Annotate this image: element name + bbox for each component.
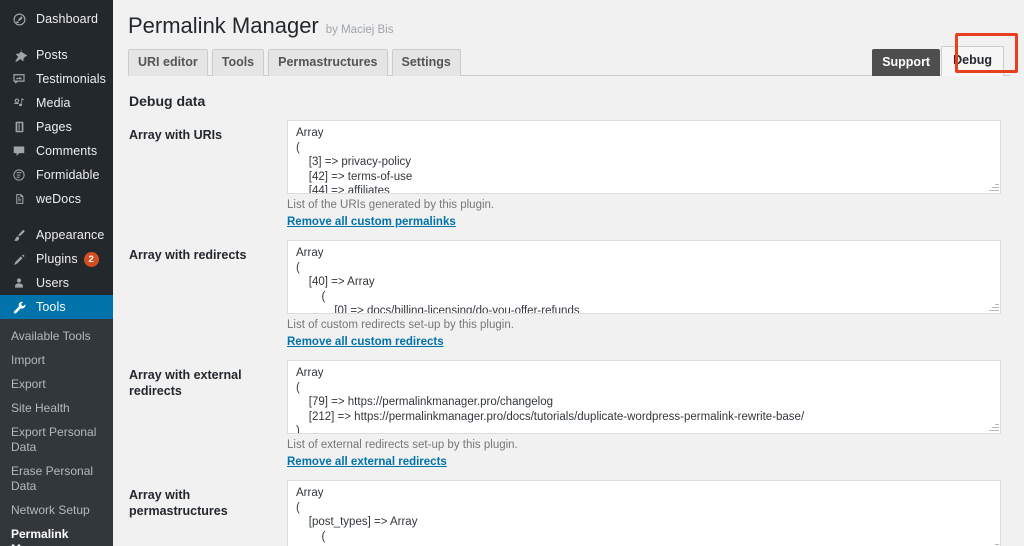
sidebar-menu: Dashboard Posts Testimonials Media Pages… [0, 0, 113, 319]
field-description: List of custom redirects set-up by this … [287, 319, 514, 331]
field-row-array-with-uris: Array with URIs List of the URIs generat… [128, 120, 1010, 228]
sidebar-item-posts[interactable]: Posts [0, 43, 113, 67]
sidebar-item-label: Appearance [36, 228, 105, 242]
admin-page: Dashboard Posts Testimonials Media Pages… [0, 0, 1024, 546]
textarea-wrapper [287, 480, 1001, 546]
tab-bar: URI editor Tools Permastructures Setting… [128, 46, 1010, 76]
wedocs-icon [9, 190, 29, 208]
plugin-author: by Maciej Bis [325, 24, 394, 36]
field-row-array-with-permastructures: Array with permastructures [128, 480, 1010, 546]
sidebar-item-formidable[interactable]: Formidable [0, 163, 113, 187]
pin-icon [9, 46, 29, 64]
field-description: List of the URIs generated by this plugi… [287, 199, 495, 211]
tools-icon [9, 298, 29, 316]
textarea-wrapper [287, 240, 1001, 314]
remove-all-external-redirects-link[interactable]: Remove all external redirects [287, 456, 447, 468]
submenu-item-site-health[interactable]: Site Health [0, 396, 113, 420]
sidebar-item-label: Tools [36, 300, 66, 314]
field-description: List of external redirects set-up by thi… [287, 439, 518, 451]
sidebar-item-users[interactable]: Users [0, 271, 113, 295]
field-label: Array with external redirects [129, 368, 242, 398]
tab-uri-editor[interactable]: URI editor [128, 49, 208, 76]
sidebar-item-testimonials[interactable]: Testimonials [0, 67, 113, 91]
sidebar-item-label: Posts [36, 48, 68, 62]
sidebar-item-media[interactable]: Media [0, 91, 113, 115]
media-icon [9, 94, 29, 112]
field-control [287, 480, 1010, 546]
submenu-item-network-setup[interactable]: Network Setup [0, 498, 113, 522]
section-title: Debug data [129, 93, 206, 109]
sidebar-item-label: Users [36, 276, 70, 290]
array-with-permastructures-textarea[interactable] [287, 480, 1001, 546]
plugins-icon [9, 250, 29, 268]
sidebar-item-plugins[interactable]: Plugins 2 [0, 247, 113, 271]
array-with-redirects-textarea[interactable] [287, 240, 1001, 314]
sidebar-item-label: Comments [36, 144, 98, 158]
field-control: List of custom redirects set-up by this … [287, 240, 1010, 348]
field-label: Array with permastructures [129, 488, 228, 518]
tab-debug[interactable]: Debug [941, 46, 1004, 76]
sidebar-item-label: Pages [36, 120, 72, 134]
array-with-external-redirects-textarea[interactable] [287, 360, 1001, 434]
textarea-wrapper [287, 120, 1001, 194]
tab-settings[interactable]: Settings [391, 49, 461, 76]
sidebar-item-label: weDocs [36, 192, 82, 206]
sidebar-item-label: Dashboard [36, 12, 99, 26]
remove-all-custom-redirects-link[interactable]: Remove all custom redirects [287, 336, 444, 348]
page-title: Permalink Manager [128, 13, 319, 38]
submenu-item-export[interactable]: Export [0, 372, 113, 396]
submenu-item-available-tools[interactable]: Available Tools [0, 324, 113, 348]
field-row-array-with-external-redirects: Array with external redirects List of ex… [128, 360, 1010, 468]
dashboard-icon [9, 10, 29, 28]
tab-tools[interactable]: Tools [211, 49, 265, 76]
tab-support[interactable]: Support [872, 49, 941, 76]
submenu-item-import[interactable]: Import [0, 348, 113, 372]
sidebar-item-pages[interactable]: Pages [0, 115, 113, 139]
field-label: Array with redirects [129, 248, 247, 262]
sidebar-item-label: Testimonials [36, 72, 106, 86]
admin-sidebar: Dashboard Posts Testimonials Media Pages… [0, 0, 113, 546]
sidebar-item-label: Media [36, 96, 71, 110]
appearance-icon [9, 226, 29, 244]
debug-data-table: Array with URIs List of the URIs generat… [128, 120, 1010, 546]
page-header: Permalink Manager by Maciej Bis [128, 9, 1010, 40]
sidebar-item-label: Formidable [36, 168, 100, 182]
field-row-array-with-redirects: Array with redirects List of custom redi… [128, 240, 1010, 348]
formidable-icon [9, 166, 29, 184]
secondary-tabs: Support Debug [872, 46, 1004, 76]
tools-submenu: Available Tools Import Export Site Healt… [0, 319, 113, 546]
sidebar-item-label: Plugins [36, 252, 78, 266]
sidebar-item-dashboard[interactable]: Dashboard [0, 7, 113, 31]
plugins-update-badge: 2 [83, 251, 99, 267]
submenu-item-permalink-manager[interactable]: Permalink Manager [0, 522, 113, 546]
sidebar-item-tools[interactable]: Tools [0, 295, 113, 319]
sidebar-item-wedocs[interactable]: weDocs [0, 187, 113, 211]
comments-icon [9, 142, 29, 160]
array-with-uris-textarea[interactable] [287, 120, 1001, 194]
tab-permastructures[interactable]: Permastructures [268, 49, 388, 76]
sidebar-divider [0, 211, 113, 223]
field-label: Array with URIs [129, 128, 223, 142]
users-icon [9, 274, 29, 292]
testimonial-icon [9, 70, 29, 88]
field-control: List of the URIs generated by this plugi… [287, 120, 1010, 228]
sidebar-item-comments[interactable]: Comments [0, 139, 113, 163]
submenu-item-erase-personal-data[interactable]: Erase Personal Data [0, 459, 113, 498]
remove-all-custom-permalinks-link[interactable]: Remove all custom permalinks [287, 216, 456, 228]
textarea-wrapper [287, 360, 1001, 434]
sidebar-divider [0, 31, 113, 43]
pages-icon [9, 118, 29, 136]
submenu-item-export-personal-data[interactable]: Export Personal Data [0, 420, 113, 459]
main-content: Permalink Manager by Maciej Bis URI edit… [113, 0, 1024, 546]
sidebar-item-appearance[interactable]: Appearance [0, 223, 113, 247]
field-control: List of external redirects set-up by thi… [287, 360, 1010, 468]
